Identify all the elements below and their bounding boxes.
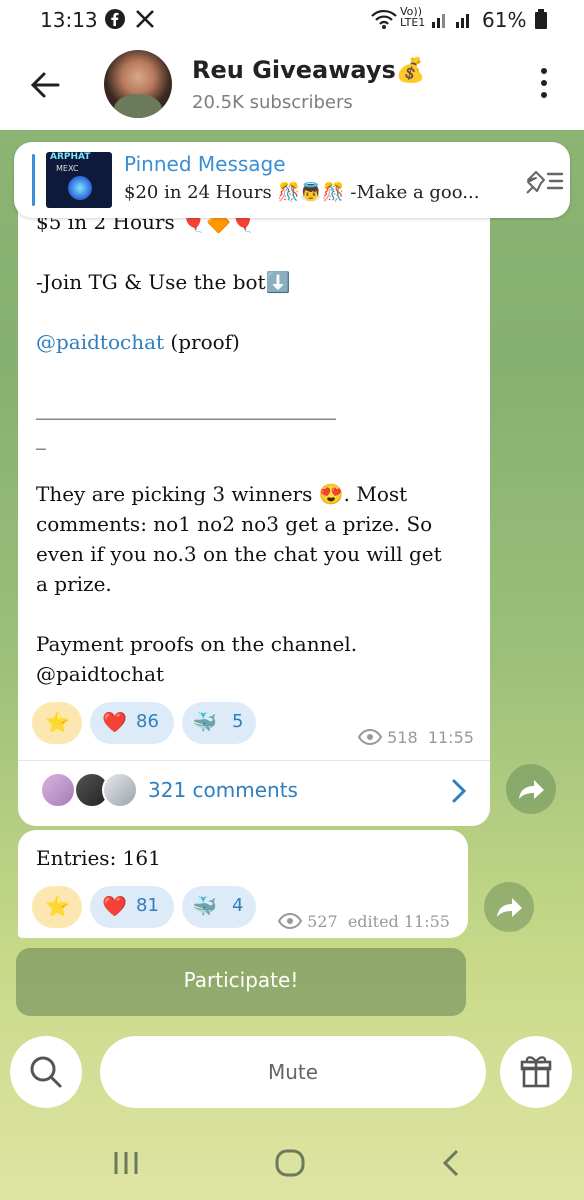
reaction-whale[interactable]: 🐳 5 xyxy=(182,702,256,744)
whale-icon: 🐳 xyxy=(192,710,217,734)
reaction-count: 81 xyxy=(136,895,159,916)
reaction-star[interactable]: ⭐ xyxy=(32,886,82,928)
pinned-title: Pinned Message xyxy=(124,152,286,176)
pinned-thumbnail: ARPHAT MEXC xyxy=(46,152,112,208)
subscriber-count: 20.5K subscribers xyxy=(192,92,353,113)
eye-icon xyxy=(277,912,303,930)
message-line: a prize. xyxy=(36,572,112,596)
eye-icon xyxy=(357,728,383,746)
wifi-icon xyxy=(370,8,398,35)
message-line: Payment proofs on the channel. xyxy=(36,632,358,656)
view-count: 527 xyxy=(307,912,338,931)
edited-time: edited 11:55 xyxy=(347,912,450,931)
share-arrow-icon xyxy=(519,780,544,799)
participate-button[interactable]: Participate! xyxy=(16,948,466,1016)
channel-link[interactable]: @paidtochat xyxy=(36,330,164,354)
entries-text: Entries: 161 xyxy=(36,846,161,870)
divider xyxy=(18,760,490,761)
chat-header: Reu Giveaways💰 20.5K subscribers xyxy=(0,40,584,130)
mute-button[interactable]: Mute xyxy=(100,1036,486,1108)
reaction-whale[interactable]: 🐳 4 xyxy=(182,886,256,928)
reaction-star[interactable]: ⭐ xyxy=(32,702,82,744)
more-options-icon[interactable] xyxy=(540,68,548,102)
recent-apps-icon[interactable] xyxy=(112,1150,140,1180)
gift-icon xyxy=(520,1056,552,1088)
mute-label: Mute xyxy=(267,1060,319,1084)
divider-line: ______________________________ xyxy=(36,396,336,420)
message-time: 11:55 xyxy=(427,728,474,747)
comments-button[interactable]: 321 comments xyxy=(148,778,298,802)
pinned-preview: $20 in 24 Hours 🎊👼🎊 -Make a goo... xyxy=(124,182,480,203)
lte-indicator: Vo)) LTE1 xyxy=(400,5,426,29)
view-meta: 527 edited 11:55 xyxy=(277,912,450,931)
chevron-right-icon[interactable] xyxy=(448,778,470,804)
reactions-row: ⭐ ❤️ 81 🐳 4 xyxy=(32,886,292,928)
status-bar: 13:13 Vo)) LTE1 61% xyxy=(0,0,584,40)
search-icon xyxy=(30,1056,62,1088)
pinned-indicator xyxy=(32,154,35,206)
participate-label: Participate! xyxy=(183,968,299,992)
channel-avatar[interactable] xyxy=(104,50,172,118)
x-icon xyxy=(134,8,156,35)
share-button[interactable] xyxy=(484,882,534,932)
signal-icon xyxy=(430,8,478,35)
reaction-count: 4 xyxy=(232,895,244,916)
pinned-message-bar[interactable]: ARPHAT MEXC Pinned Message $20 in 24 Hou… xyxy=(14,142,570,218)
heart-icon: ❤️ xyxy=(102,894,127,918)
reaction-count: 5 xyxy=(232,711,244,732)
system-nav-bar xyxy=(0,1124,584,1200)
reaction-count: 86 xyxy=(136,711,159,732)
avatar xyxy=(102,772,138,808)
message-line: -Join TG & Use the bot⬇️ xyxy=(36,270,291,294)
battery-percent: 61% xyxy=(482,8,527,32)
message-line: comments: no1 no2 no3 get a prize. So xyxy=(36,512,433,536)
message-bubble: $5 in 2 Hours 🎈🔶🎈 -Join TG & Use the bot… xyxy=(18,200,490,826)
search-button[interactable] xyxy=(10,1036,82,1108)
reaction-heart[interactable]: ❤️ 86 xyxy=(90,702,174,744)
gift-button[interactable] xyxy=(500,1036,572,1108)
top-bar: 13:13 Vo)) LTE1 61% Reu Giveaways💰 20.5K… xyxy=(0,0,584,130)
view-meta: 518 11:55 xyxy=(357,728,474,747)
channel-title[interactable]: Reu Giveaways💰 xyxy=(192,56,426,84)
share-arrow-icon xyxy=(497,898,522,917)
reaction-heart[interactable]: ❤️ 81 xyxy=(90,886,174,928)
whale-icon: 🐳 xyxy=(192,894,217,918)
star-icon: ⭐ xyxy=(45,710,70,734)
bottom-bar: Mute xyxy=(0,1030,584,1120)
back-nav-icon[interactable] xyxy=(440,1148,462,1182)
commenter-avatars xyxy=(40,772,140,810)
back-arrow-icon[interactable] xyxy=(28,68,62,102)
heart-icon: ❤️ xyxy=(102,710,127,734)
channel-link[interactable]: @paidtochat xyxy=(36,662,164,686)
star-icon: ⭐ xyxy=(45,894,70,918)
status-time: 13:13 xyxy=(40,8,98,32)
battery-icon xyxy=(534,8,548,35)
facebook-icon xyxy=(104,8,126,35)
home-icon[interactable] xyxy=(274,1148,306,1182)
pin-list-icon[interactable] xyxy=(524,166,566,196)
avatar xyxy=(40,772,76,808)
share-button[interactable] xyxy=(506,764,556,814)
view-count: 518 xyxy=(387,728,418,747)
message-line: even if you no.3 on the chat you will ge… xyxy=(36,542,442,566)
divider-line: _ xyxy=(36,426,46,450)
message-line: @paidtochat (proof) xyxy=(36,330,240,354)
reactions-row: ⭐ ❤️ 86 🐳 5 xyxy=(32,702,292,744)
message-bubble: Entries: 161 ⭐ ❤️ 81 🐳 4 527 edited 11:5… xyxy=(18,830,468,938)
message-line: They are picking 3 winners 😍. Most xyxy=(36,482,408,506)
